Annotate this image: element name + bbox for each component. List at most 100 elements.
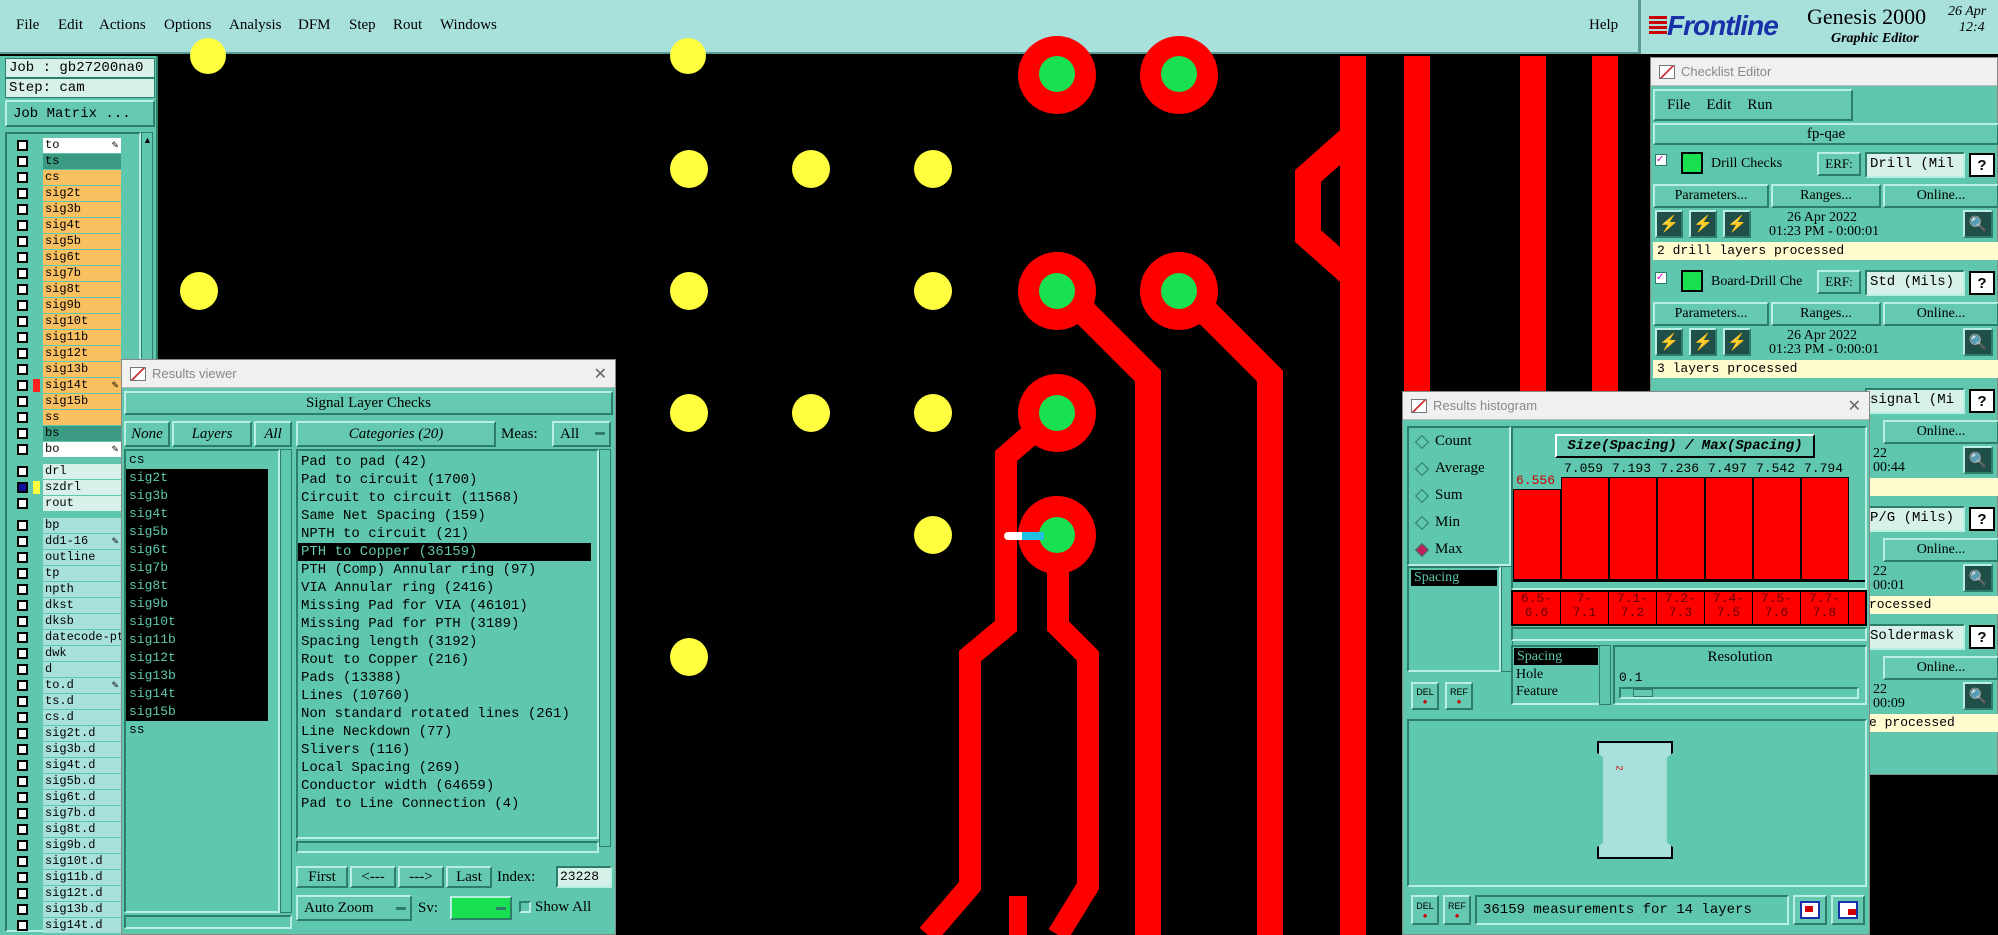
menu-rout[interactable]: Rout — [393, 17, 422, 34]
checklist-menu-run[interactable]: Run — [1747, 97, 1772, 114]
category-item[interactable]: Circuit to circuit (11568) — [298, 489, 591, 507]
layer-checkbox[interactable] — [17, 466, 28, 477]
layer-row[interactable]: outline — [17, 550, 121, 565]
online-button[interactable]: Online... — [1883, 538, 1998, 562]
layer-name[interactable]: npth — [43, 582, 121, 597]
layer-name[interactable]: outline — [43, 550, 121, 565]
layer-checkbox[interactable] — [17, 776, 28, 787]
result-layer-item[interactable]: sig8t — [126, 577, 268, 595]
online-button[interactable]: Online... — [1883, 420, 1998, 444]
layer-row[interactable]: ss — [17, 410, 121, 425]
layer-name[interactable]: sig11b — [43, 330, 121, 345]
layers-button[interactable]: Layers — [172, 421, 252, 447]
layer-row[interactable]: sig12t — [17, 346, 121, 361]
help-button[interactable]: ? — [1969, 271, 1995, 295]
category-item[interactable]: Line Neckdown (77) — [298, 723, 591, 741]
layer-name[interactable]: sig9b — [43, 298, 121, 313]
layer-checkbox[interactable] — [17, 520, 28, 531]
show-all-checkbox[interactable] — [519, 901, 531, 913]
layer-row[interactable]: dwk — [17, 646, 121, 661]
layer-checkbox[interactable] — [17, 872, 28, 883]
histogram-bar[interactable] — [1753, 477, 1801, 580]
layer-name[interactable]: sig2t.d — [43, 726, 121, 741]
layer-checkbox[interactable] — [17, 888, 28, 899]
category-item[interactable]: Same Net Spacing (159) — [298, 507, 591, 525]
layer-checkbox[interactable] — [17, 348, 28, 359]
result-layer-item[interactable]: sig13b — [126, 667, 268, 685]
help-button[interactable]: ? — [1969, 625, 1995, 649]
close-icon[interactable]: ✕ — [1848, 396, 1861, 416]
layer-checkbox[interactable] — [17, 760, 28, 771]
layer-name[interactable]: dwk — [43, 646, 121, 661]
last-button[interactable]: Last — [446, 866, 492, 888]
layer-checkbox[interactable] — [17, 536, 28, 547]
category-item[interactable]: Non standard rotated lines (261) — [298, 705, 591, 723]
layer-checkbox[interactable] — [17, 396, 28, 407]
layer-name[interactable]: dkst — [43, 598, 121, 613]
zoom-icon[interactable]: 🔍 — [1963, 682, 1993, 710]
layer-row[interactable]: ts.d — [17, 694, 121, 709]
result-layer-item[interactable]: sig14t — [126, 685, 268, 703]
next-button[interactable]: ---> — [398, 866, 444, 888]
result-layer-item[interactable]: sig7b — [126, 559, 268, 577]
mode-radio-min[interactable]: Min — [1409, 509, 1509, 536]
layer-name[interactable]: sig6t.d — [43, 790, 121, 805]
ref-button[interactable]: REF ● — [1445, 682, 1473, 710]
layer-row[interactable]: datecode-pt — [17, 630, 121, 645]
run-action-icon[interactable]: ⚡ — [1689, 210, 1717, 238]
layer-name[interactable]: sig3b.d — [43, 742, 121, 757]
run-action-icon[interactable]: ⚡ — [1689, 328, 1717, 356]
layer-row[interactable]: sig2t — [17, 186, 121, 201]
layer-row[interactable]: sig6t — [17, 250, 121, 265]
layer-checkbox[interactable] — [17, 616, 28, 627]
close-icon[interactable]: ✕ — [594, 364, 607, 384]
layer-checkbox[interactable] — [17, 808, 28, 819]
categories-hscroll[interactable] — [296, 841, 599, 853]
layer-name[interactable]: sig6t — [43, 250, 121, 265]
layer-name[interactable]: sig4t — [43, 218, 121, 233]
result-layer-item[interactable]: sig15b — [126, 703, 268, 721]
histogram-bar[interactable] — [1609, 477, 1657, 580]
layer-checkbox[interactable] — [17, 284, 28, 295]
layer-name[interactable]: ss — [43, 410, 121, 425]
result-layer-item[interactable]: sig3b — [126, 487, 268, 505]
layer-row[interactable]: sig2t.d — [17, 726, 121, 741]
online-button[interactable]: Online... — [1883, 656, 1998, 680]
layer-name[interactable]: sig13b.d — [43, 902, 121, 917]
mode-radio-max[interactable]: Max — [1409, 536, 1509, 563]
category-item[interactable]: VIA Annular ring (2416) — [298, 579, 591, 597]
category-item[interactable]: Pad to Line Connection (4) — [298, 795, 591, 813]
erf-value[interactable]: Soldermask — [1865, 624, 1965, 650]
del-button[interactable]: DEL ● — [1411, 682, 1439, 710]
layer-row[interactable]: bs — [17, 426, 121, 441]
layer-name[interactable]: bs — [43, 426, 121, 441]
help-button[interactable]: ? — [1969, 153, 1995, 177]
footer-del-button[interactable]: DEL ● — [1411, 895, 1439, 925]
layer-checkbox[interactable] — [17, 792, 28, 803]
histogram-titlebar[interactable]: Results histogram ✕ — [1403, 392, 1869, 420]
result-layer-item[interactable]: ss — [126, 721, 268, 739]
layer-checkbox[interactable] — [17, 856, 28, 867]
layer-name[interactable]: szdrl — [43, 480, 121, 495]
category-item[interactable]: Lines (10760) — [298, 687, 591, 705]
layer-row[interactable]: sig10t.d — [17, 854, 121, 869]
layer-row[interactable]: rout — [17, 496, 121, 511]
layer-name[interactable]: sig10t — [43, 314, 121, 329]
option-hole[interactable]: Hole — [1513, 666, 1599, 683]
layer-checkbox[interactable] — [17, 412, 28, 423]
category-item[interactable]: PTH (Comp) Annular ring (97) — [298, 561, 591, 579]
menu-help[interactable]: Help — [1589, 17, 1618, 34]
layer-checkbox[interactable] — [17, 600, 28, 611]
layer-checkbox[interactable] — [17, 380, 28, 391]
layer-name[interactable]: sig8t — [43, 282, 121, 297]
mode-radio-average[interactable]: Average — [1409, 455, 1509, 482]
result-layer-item[interactable]: sig12t — [126, 649, 268, 667]
results-viewer-titlebar[interactable]: Results viewer ✕ — [122, 360, 615, 388]
checklist-menu-edit[interactable]: Edit — [1706, 97, 1731, 114]
run-action-icon[interactable]: ⚡ — [1723, 328, 1751, 356]
category-item[interactable]: Missing Pad for PTH (3189) — [298, 615, 591, 633]
layer-checkbox[interactable] — [17, 316, 28, 327]
erf-value[interactable]: Std (Mils) — [1865, 270, 1965, 296]
layer-checkbox[interactable] — [17, 236, 28, 247]
layer-name[interactable]: cs — [43, 170, 121, 185]
